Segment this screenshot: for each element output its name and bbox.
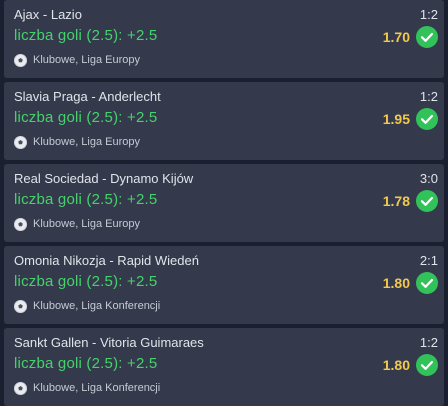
football-icon xyxy=(14,217,27,231)
match-score: 2:1 xyxy=(419,253,438,268)
check-circle-icon xyxy=(416,354,438,376)
football-icon xyxy=(14,299,27,313)
league-name: Klubowe, Liga Europy xyxy=(33,136,141,148)
match-teams: Sankt Gallen - Vitoria Guimaraes xyxy=(14,335,204,350)
league-info: Klubowe, Liga Europy xyxy=(14,52,140,68)
bet-market: liczba goli (2.5): +2.5 xyxy=(14,191,158,208)
bet-odds: 1.80 xyxy=(382,357,410,373)
league-name: Klubowe, Liga Europy xyxy=(33,218,141,230)
bet-market: liczba goli (2.5): +2.5 xyxy=(14,27,158,44)
match-teams: Omonia Nikozja - Rapid Wiedeń xyxy=(14,253,199,268)
bet-selection-card[interactable]: Sankt Gallen - Vitoria Guimaraes 1:2 lic… xyxy=(4,328,444,406)
bet-selections-list: Ajax - Lazio 1:2 liczba goli (2.5): +2.5… xyxy=(0,0,448,406)
bet-market: liczba goli (2.5): +2.5 xyxy=(14,273,158,290)
league-info: Klubowe, Liga Europy xyxy=(14,134,140,150)
check-circle-icon xyxy=(416,26,438,48)
match-teams: Real Sociedad - Dynamo Kijów xyxy=(14,171,194,186)
match-score: 1:2 xyxy=(419,335,438,350)
bet-odds: 1.70 xyxy=(382,29,410,45)
football-icon xyxy=(14,53,27,67)
league-name: Klubowe, Liga Konferencji xyxy=(33,300,161,312)
league-name: Klubowe, Liga Konferencji xyxy=(33,382,161,394)
match-score: 1:2 xyxy=(419,7,438,22)
bet-selection-card[interactable]: Omonia Nikozja - Rapid Wiedeń 2:1 liczba… xyxy=(4,246,444,324)
bet-market: liczba goli (2.5): +2.5 xyxy=(14,109,158,126)
bet-market: liczba goli (2.5): +2.5 xyxy=(14,355,158,372)
bet-selection-card[interactable]: Real Sociedad - Dynamo Kijów 3:0 liczba … xyxy=(4,164,444,242)
bet-selection-card[interactable]: Slavia Praga - Anderlecht 1:2 liczba gol… xyxy=(4,82,444,160)
league-info: Klubowe, Liga Europy xyxy=(14,216,140,232)
bet-selection-card[interactable]: Ajax - Lazio 1:2 liczba goli (2.5): +2.5… xyxy=(4,0,444,78)
bet-odds: 1.78 xyxy=(382,193,410,209)
match-score: 1:2 xyxy=(419,89,438,104)
league-name: Klubowe, Liga Europy xyxy=(33,54,141,66)
match-teams: Slavia Praga - Anderlecht xyxy=(14,89,161,104)
match-score: 3:0 xyxy=(419,171,438,186)
check-circle-icon xyxy=(416,190,438,212)
check-circle-icon xyxy=(416,108,438,130)
football-icon xyxy=(14,381,27,395)
bet-odds: 1.80 xyxy=(382,275,410,291)
league-info: Klubowe, Liga Konferencji xyxy=(14,380,160,396)
match-teams: Ajax - Lazio xyxy=(14,7,82,22)
bet-odds: 1.95 xyxy=(382,111,410,127)
check-circle-icon xyxy=(416,272,438,294)
football-icon xyxy=(14,135,27,149)
league-info: Klubowe, Liga Konferencji xyxy=(14,298,160,314)
